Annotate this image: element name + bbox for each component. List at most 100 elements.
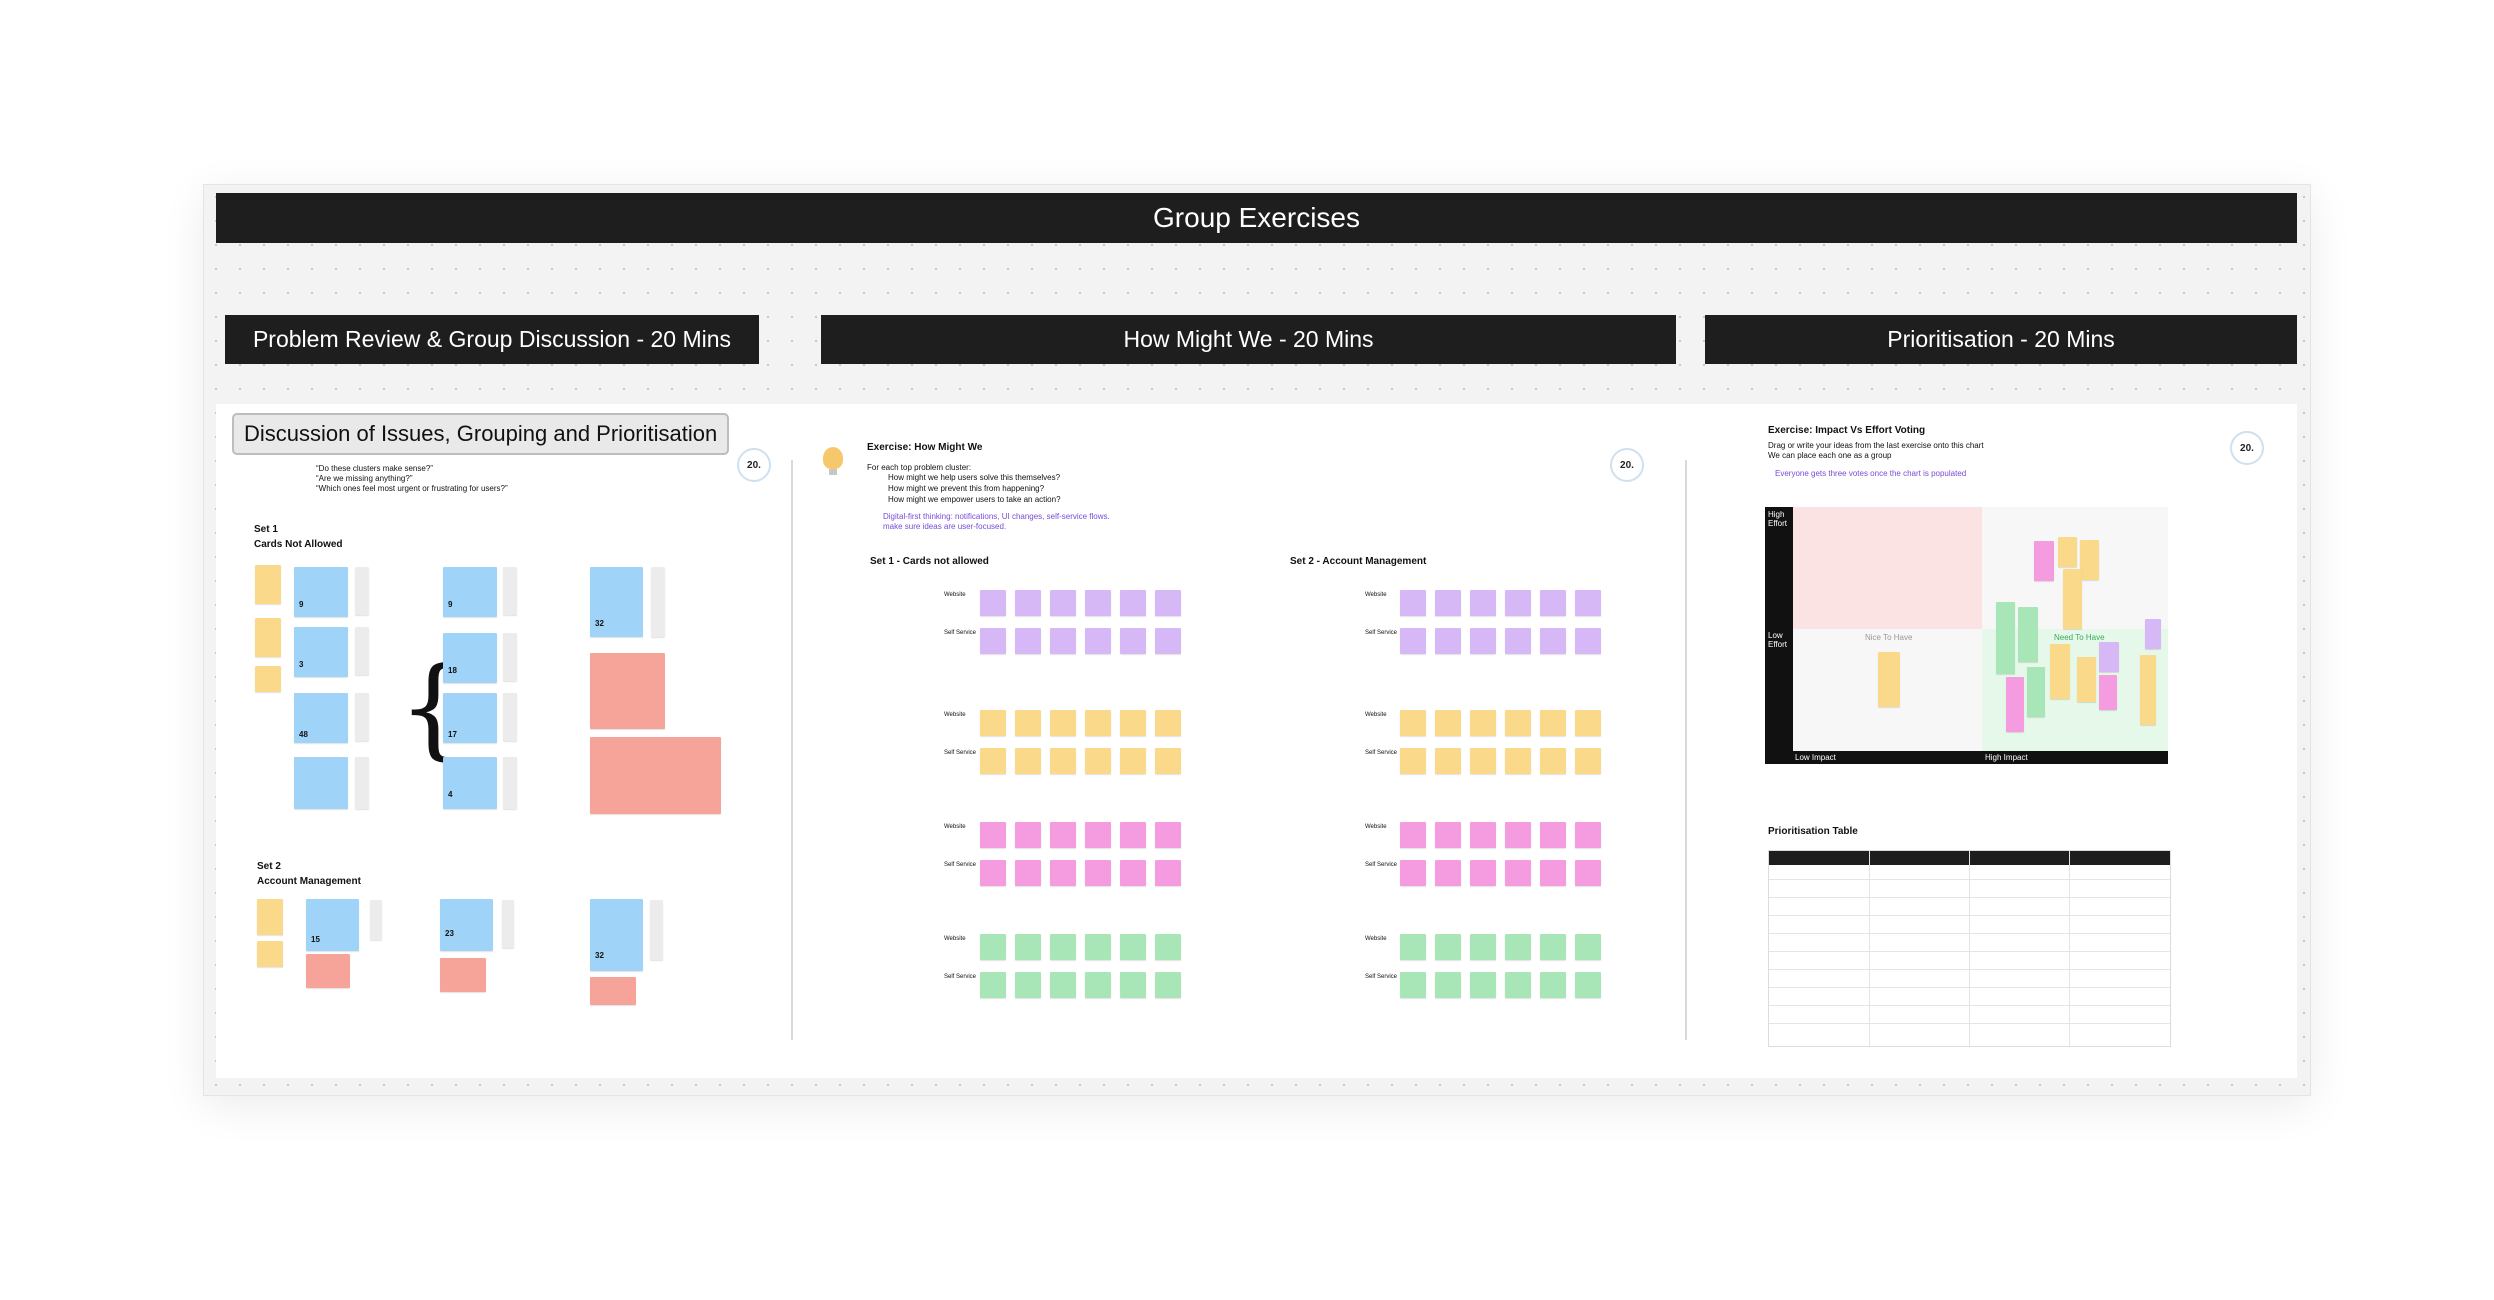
sticky-note[interactable] <box>1120 628 1146 654</box>
sticky-note[interactable] <box>1435 822 1461 848</box>
note-stack[interactable] <box>650 900 663 960</box>
sticky-note[interactable] <box>1540 748 1566 774</box>
sticky-note[interactable]: 3 <box>294 627 348 677</box>
sticky-note[interactable] <box>1400 628 1426 654</box>
discussion-title[interactable]: Discussion of Issues, Grouping and Prior… <box>232 413 730 455</box>
sticky-note[interactable] <box>2099 642 2119 672</box>
sticky-note[interactable] <box>980 748 1006 774</box>
sticky-note[interactable] <box>980 972 1006 998</box>
note-stack[interactable] <box>502 900 514 948</box>
sticky-note[interactable] <box>1540 590 1566 616</box>
sticky-note[interactable] <box>1470 822 1496 848</box>
sticky-note[interactable] <box>980 710 1006 736</box>
sticky-note[interactable]: 17 <box>443 693 497 743</box>
sticky-note[interactable] <box>1015 748 1041 774</box>
sticky-note[interactable] <box>980 934 1006 960</box>
sticky-note[interactable] <box>1505 748 1531 774</box>
sticky-note[interactable] <box>1435 628 1461 654</box>
table-row[interactable] <box>1769 915 2170 916</box>
note-stack[interactable] <box>651 567 665 637</box>
sticky-note[interactable] <box>1120 860 1146 886</box>
table-row[interactable] <box>1769 1005 2170 1006</box>
sticky-note[interactable] <box>2140 655 2156 725</box>
note-stack[interactable] <box>503 757 517 809</box>
sticky-note[interactable] <box>1155 590 1181 616</box>
sticky-note[interactable] <box>1155 972 1181 998</box>
sticky-note[interactable] <box>1015 628 1041 654</box>
table-row[interactable] <box>1769 897 2170 898</box>
sticky-note[interactable] <box>1400 934 1426 960</box>
table-row[interactable] <box>1769 969 2170 970</box>
sticky-note[interactable]: 4 <box>443 757 497 809</box>
sticky-note[interactable] <box>2099 675 2117 710</box>
sticky-note[interactable] <box>1435 934 1461 960</box>
sticky-note[interactable] <box>1540 822 1566 848</box>
sticky-note[interactable] <box>1505 628 1531 654</box>
prioritisation-table[interactable] <box>1768 850 2171 1047</box>
sticky-note[interactable] <box>1085 972 1111 998</box>
note-stack[interactable] <box>503 633 517 681</box>
table-row[interactable] <box>1769 933 2170 934</box>
sticky-note[interactable] <box>1050 972 1076 998</box>
sticky-note[interactable] <box>1435 860 1461 886</box>
sticky-note[interactable] <box>1085 748 1111 774</box>
sticky-note[interactable] <box>2034 541 2054 581</box>
sticky-note[interactable] <box>1085 860 1111 886</box>
sticky-note[interactable] <box>590 977 636 1005</box>
sticky-note[interactable] <box>1400 710 1426 736</box>
sticky-note[interactable] <box>1155 860 1181 886</box>
sticky-note[interactable] <box>590 737 721 814</box>
sticky-note[interactable] <box>1540 972 1566 998</box>
sticky-note[interactable] <box>440 958 486 992</box>
note-stack[interactable] <box>355 693 369 741</box>
sticky-note[interactable] <box>1120 748 1146 774</box>
sticky-note[interactable] <box>1015 710 1041 736</box>
sticky-note[interactable] <box>2050 644 2070 699</box>
note-stack[interactable] <box>503 693 517 741</box>
sticky-note[interactable] <box>1050 710 1076 736</box>
sticky-note[interactable] <box>1400 822 1426 848</box>
sticky-note[interactable] <box>1155 710 1181 736</box>
sticky-note[interactable] <box>1085 934 1111 960</box>
sticky-note[interactable] <box>1120 934 1146 960</box>
sticky-note[interactable] <box>1085 628 1111 654</box>
sticky-note[interactable] <box>1155 748 1181 774</box>
sticky-note[interactable] <box>1575 748 1601 774</box>
sticky-note[interactable] <box>1155 934 1181 960</box>
sticky-note[interactable] <box>1050 934 1076 960</box>
sticky-note[interactable] <box>257 899 283 935</box>
sticky-note[interactable]: 15 <box>306 899 359 951</box>
section-banner-how-might-we[interactable]: How Might We - 20 Mins <box>821 315 1676 364</box>
sticky-note[interactable] <box>590 653 665 729</box>
sticky-note[interactable]: 48 <box>294 693 348 743</box>
sticky-note[interactable] <box>1050 628 1076 654</box>
sticky-note[interactable] <box>2058 537 2077 567</box>
sticky-note[interactable] <box>1400 860 1426 886</box>
sticky-note[interactable] <box>1540 934 1566 960</box>
sticky-note[interactable] <box>1120 972 1146 998</box>
sticky-note[interactable]: 9 <box>294 567 348 617</box>
table-row[interactable] <box>1769 879 2170 880</box>
sticky-note[interactable] <box>1505 934 1531 960</box>
sticky-note[interactable] <box>1050 748 1076 774</box>
sticky-note[interactable] <box>1085 590 1111 616</box>
sticky-note[interactable] <box>1120 822 1146 848</box>
sticky-note[interactable] <box>1575 710 1601 736</box>
sticky-note[interactable] <box>1155 822 1181 848</box>
sticky-note[interactable] <box>1505 590 1531 616</box>
sticky-note[interactable] <box>1505 710 1531 736</box>
sticky-note[interactable]: 23 <box>440 899 493 951</box>
section-banner-problem-review[interactable]: Problem Review & Group Discussion - 20 M… <box>225 315 759 364</box>
main-title-banner[interactable]: Group Exercises <box>216 193 2297 243</box>
sticky-note[interactable] <box>2080 540 2099 580</box>
sticky-note[interactable] <box>1015 590 1041 616</box>
sticky-note[interactable] <box>255 666 281 692</box>
sticky-note[interactable] <box>1470 748 1496 774</box>
sticky-note[interactable] <box>1435 748 1461 774</box>
sticky-note[interactable] <box>2145 619 2161 649</box>
sticky-note[interactable] <box>1505 972 1531 998</box>
sticky-note[interactable] <box>980 628 1006 654</box>
sticky-note[interactable] <box>1575 934 1601 960</box>
sticky-note[interactable] <box>980 822 1006 848</box>
sticky-note[interactable] <box>1470 710 1496 736</box>
